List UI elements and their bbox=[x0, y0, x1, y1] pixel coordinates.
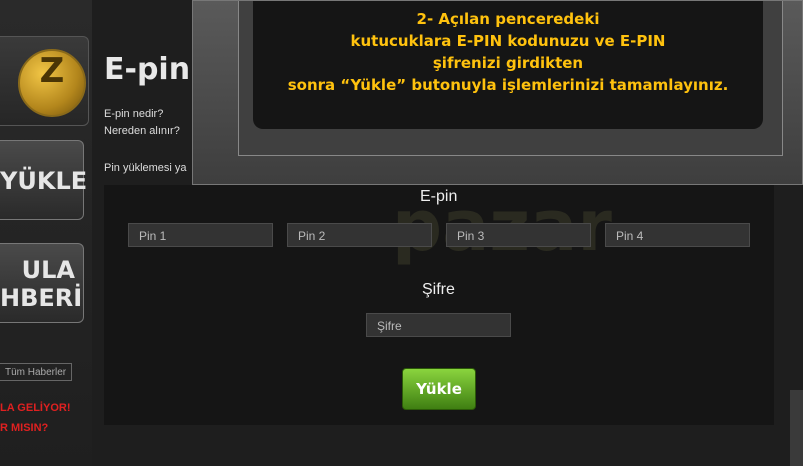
coin-letter: Z bbox=[39, 51, 65, 91]
tooltip-message-box: 2- Açılan penceredeki kutucuklara E-PIN … bbox=[253, 1, 763, 129]
tooltip-text: 2- Açılan penceredeki kutucuklara E-PIN … bbox=[253, 8, 763, 96]
tooltip-line-3: şifrenizi girdikten bbox=[432, 54, 584, 72]
instruction-text: Pin yüklemesi ya bbox=[104, 162, 187, 174]
yukle-nav-button[interactable]: YÜKLE bbox=[0, 140, 87, 220]
epin-label: E-pin bbox=[420, 188, 458, 205]
news-nav-line2: HBERİ bbox=[0, 284, 83, 312]
pin-2-input[interactable]: Pin 2 bbox=[287, 223, 432, 247]
sidebar: Z YÜKLE ULA HBERİ Tüm Haberler LA GELİYO… bbox=[0, 0, 92, 466]
pin-3-input[interactable]: Pin 3 bbox=[446, 223, 591, 247]
logo[interactable]: Z bbox=[0, 36, 89, 126]
pin-4-input[interactable]: Pin 4 bbox=[605, 223, 750, 247]
epin-info-link[interactable]: E-pin nedir? bbox=[104, 108, 163, 120]
tooltip-line-2: kutucuklara E-PIN kodunuzu ve E-PIN bbox=[350, 32, 666, 50]
tooltip-line-1: 2- Açılan penceredeki bbox=[416, 10, 600, 28]
submit-button[interactable]: Yükle bbox=[402, 368, 476, 410]
coin-icon: Z bbox=[18, 49, 86, 117]
where-to-buy-link[interactable]: Nereden alınır? bbox=[104, 125, 180, 137]
news-link-2[interactable]: R MISIN? bbox=[0, 422, 48, 434]
scrollbar[interactable] bbox=[790, 390, 803, 466]
tooltip-overlay: 2- Açılan penceredeki kutucuklara E-PIN … bbox=[192, 0, 803, 185]
all-news-select[interactable]: Tüm Haberler bbox=[0, 363, 72, 381]
password-label: Şifre bbox=[422, 281, 455, 298]
news-nav-button[interactable]: ULA HBERİ bbox=[0, 243, 84, 323]
password-input[interactable]: Şifre bbox=[366, 313, 511, 337]
tooltip-line-4: sonra “Yükle” butonuyla işlemlerinizi ta… bbox=[287, 76, 729, 94]
news-link-1[interactable]: LA GELİYOR! bbox=[0, 402, 70, 414]
news-nav-line1: ULA bbox=[21, 256, 75, 284]
pin-1-input[interactable]: Pin 1 bbox=[128, 223, 273, 247]
